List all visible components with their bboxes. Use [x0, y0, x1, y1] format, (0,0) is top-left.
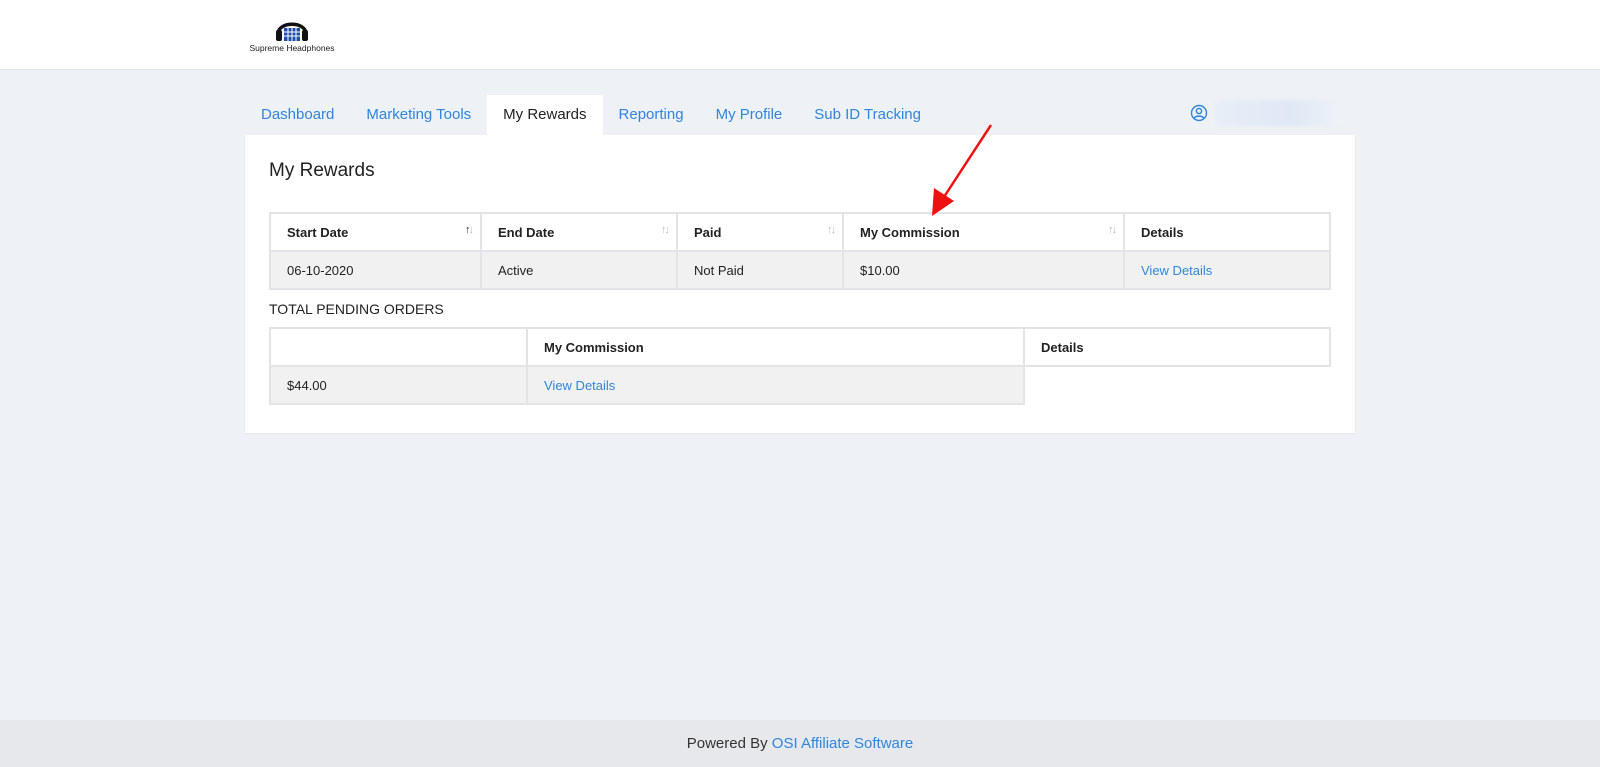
rewards-card: My Rewards Start Date ↑↓ End Date ↑↓ Pai… [245, 135, 1355, 433]
page-title: My Rewards [269, 160, 375, 181]
sort-arrows-icon[interactable]: ↑↓ [827, 224, 836, 236]
user-menu[interactable] [1190, 100, 1342, 126]
view-details-link[interactable]: View Details [526, 365, 1025, 405]
column-header-amount [269, 327, 528, 367]
pending-orders-table: My Commission Details $44.00 View Detail… [269, 327, 1331, 405]
sort-arrows-icon[interactable]: ↑↓ [465, 224, 474, 236]
table-header-row: Start Date ↑↓ End Date ↑↓ Paid ↑↓ My Com… [269, 212, 1331, 252]
tab-marketing-tools[interactable]: Marketing Tools [350, 95, 487, 135]
empty-cell [1024, 366, 1330, 404]
sort-arrows-icon[interactable]: ↑↓ [1108, 224, 1117, 236]
red-arrow-annotation [932, 124, 993, 216]
user-name-redacted[interactable] [1216, 100, 1342, 126]
tab-reporting[interactable]: Reporting [603, 95, 700, 135]
column-header-label: Paid [694, 224, 722, 240]
cell-end-date: Active [480, 250, 678, 290]
column-header-details: Details [1123, 212, 1331, 252]
footer-prefix: Powered By [686, 735, 772, 752]
tab-my-rewards[interactable]: My Rewards [487, 95, 603, 135]
column-header-label: My Commission [860, 224, 960, 240]
column-header-label: Start Date [287, 224, 349, 240]
column-header-paid[interactable]: Paid ↑↓ [676, 212, 844, 252]
tab-my-profile[interactable]: My Profile [700, 95, 799, 135]
top-header: Supreme Headphones [0, 0, 1600, 70]
cell-pending-amount: $44.00 [269, 365, 528, 405]
table-row: $44.00 View Details [269, 365, 1330, 405]
cell-start-date: 06-10-2020 [269, 250, 482, 290]
column-header-end-date[interactable]: End Date ↑↓ [480, 212, 678, 252]
column-header-label: Details [1141, 224, 1184, 240]
headphones-logo-icon [276, 22, 308, 41]
pending-orders-label: TOTAL PENDING ORDERS [269, 301, 444, 317]
column-header-my-commission: My Commission [526, 327, 1025, 367]
column-header-start-date[interactable]: Start Date ↑↓ [269, 212, 482, 252]
tab-sub-id-tracking[interactable]: Sub ID Tracking [798, 95, 937, 135]
cell-paid: Not Paid [676, 250, 844, 290]
column-header-label: End Date [498, 224, 555, 240]
footer: Powered By OSI Affiliate Software [0, 720, 1600, 767]
view-details-link[interactable]: View Details [1123, 250, 1331, 290]
main-nav-tabs: Dashboard Marketing Tools My Rewards Rep… [245, 95, 937, 135]
table-row: 06-10-2020 Active Not Paid $10.00 View D… [269, 250, 1331, 290]
sort-arrows-icon[interactable]: ↑↓ [661, 224, 670, 236]
user-circle-icon[interactable] [1190, 104, 1208, 122]
column-header-details: Details [1023, 327, 1331, 367]
tab-dashboard[interactable]: Dashboard [245, 95, 350, 135]
table-header-row: My Commission Details [269, 327, 1331, 367]
rewards-table: Start Date ↑↓ End Date ↑↓ Paid ↑↓ My Com… [269, 212, 1331, 290]
brand-logo[interactable]: Supreme Headphones [246, 14, 338, 58]
footer-link-osi[interactable]: OSI Affiliate Software [772, 735, 913, 752]
brand-name: Supreme Headphones [249, 43, 335, 53]
cell-commission: $10.00 [842, 250, 1125, 290]
